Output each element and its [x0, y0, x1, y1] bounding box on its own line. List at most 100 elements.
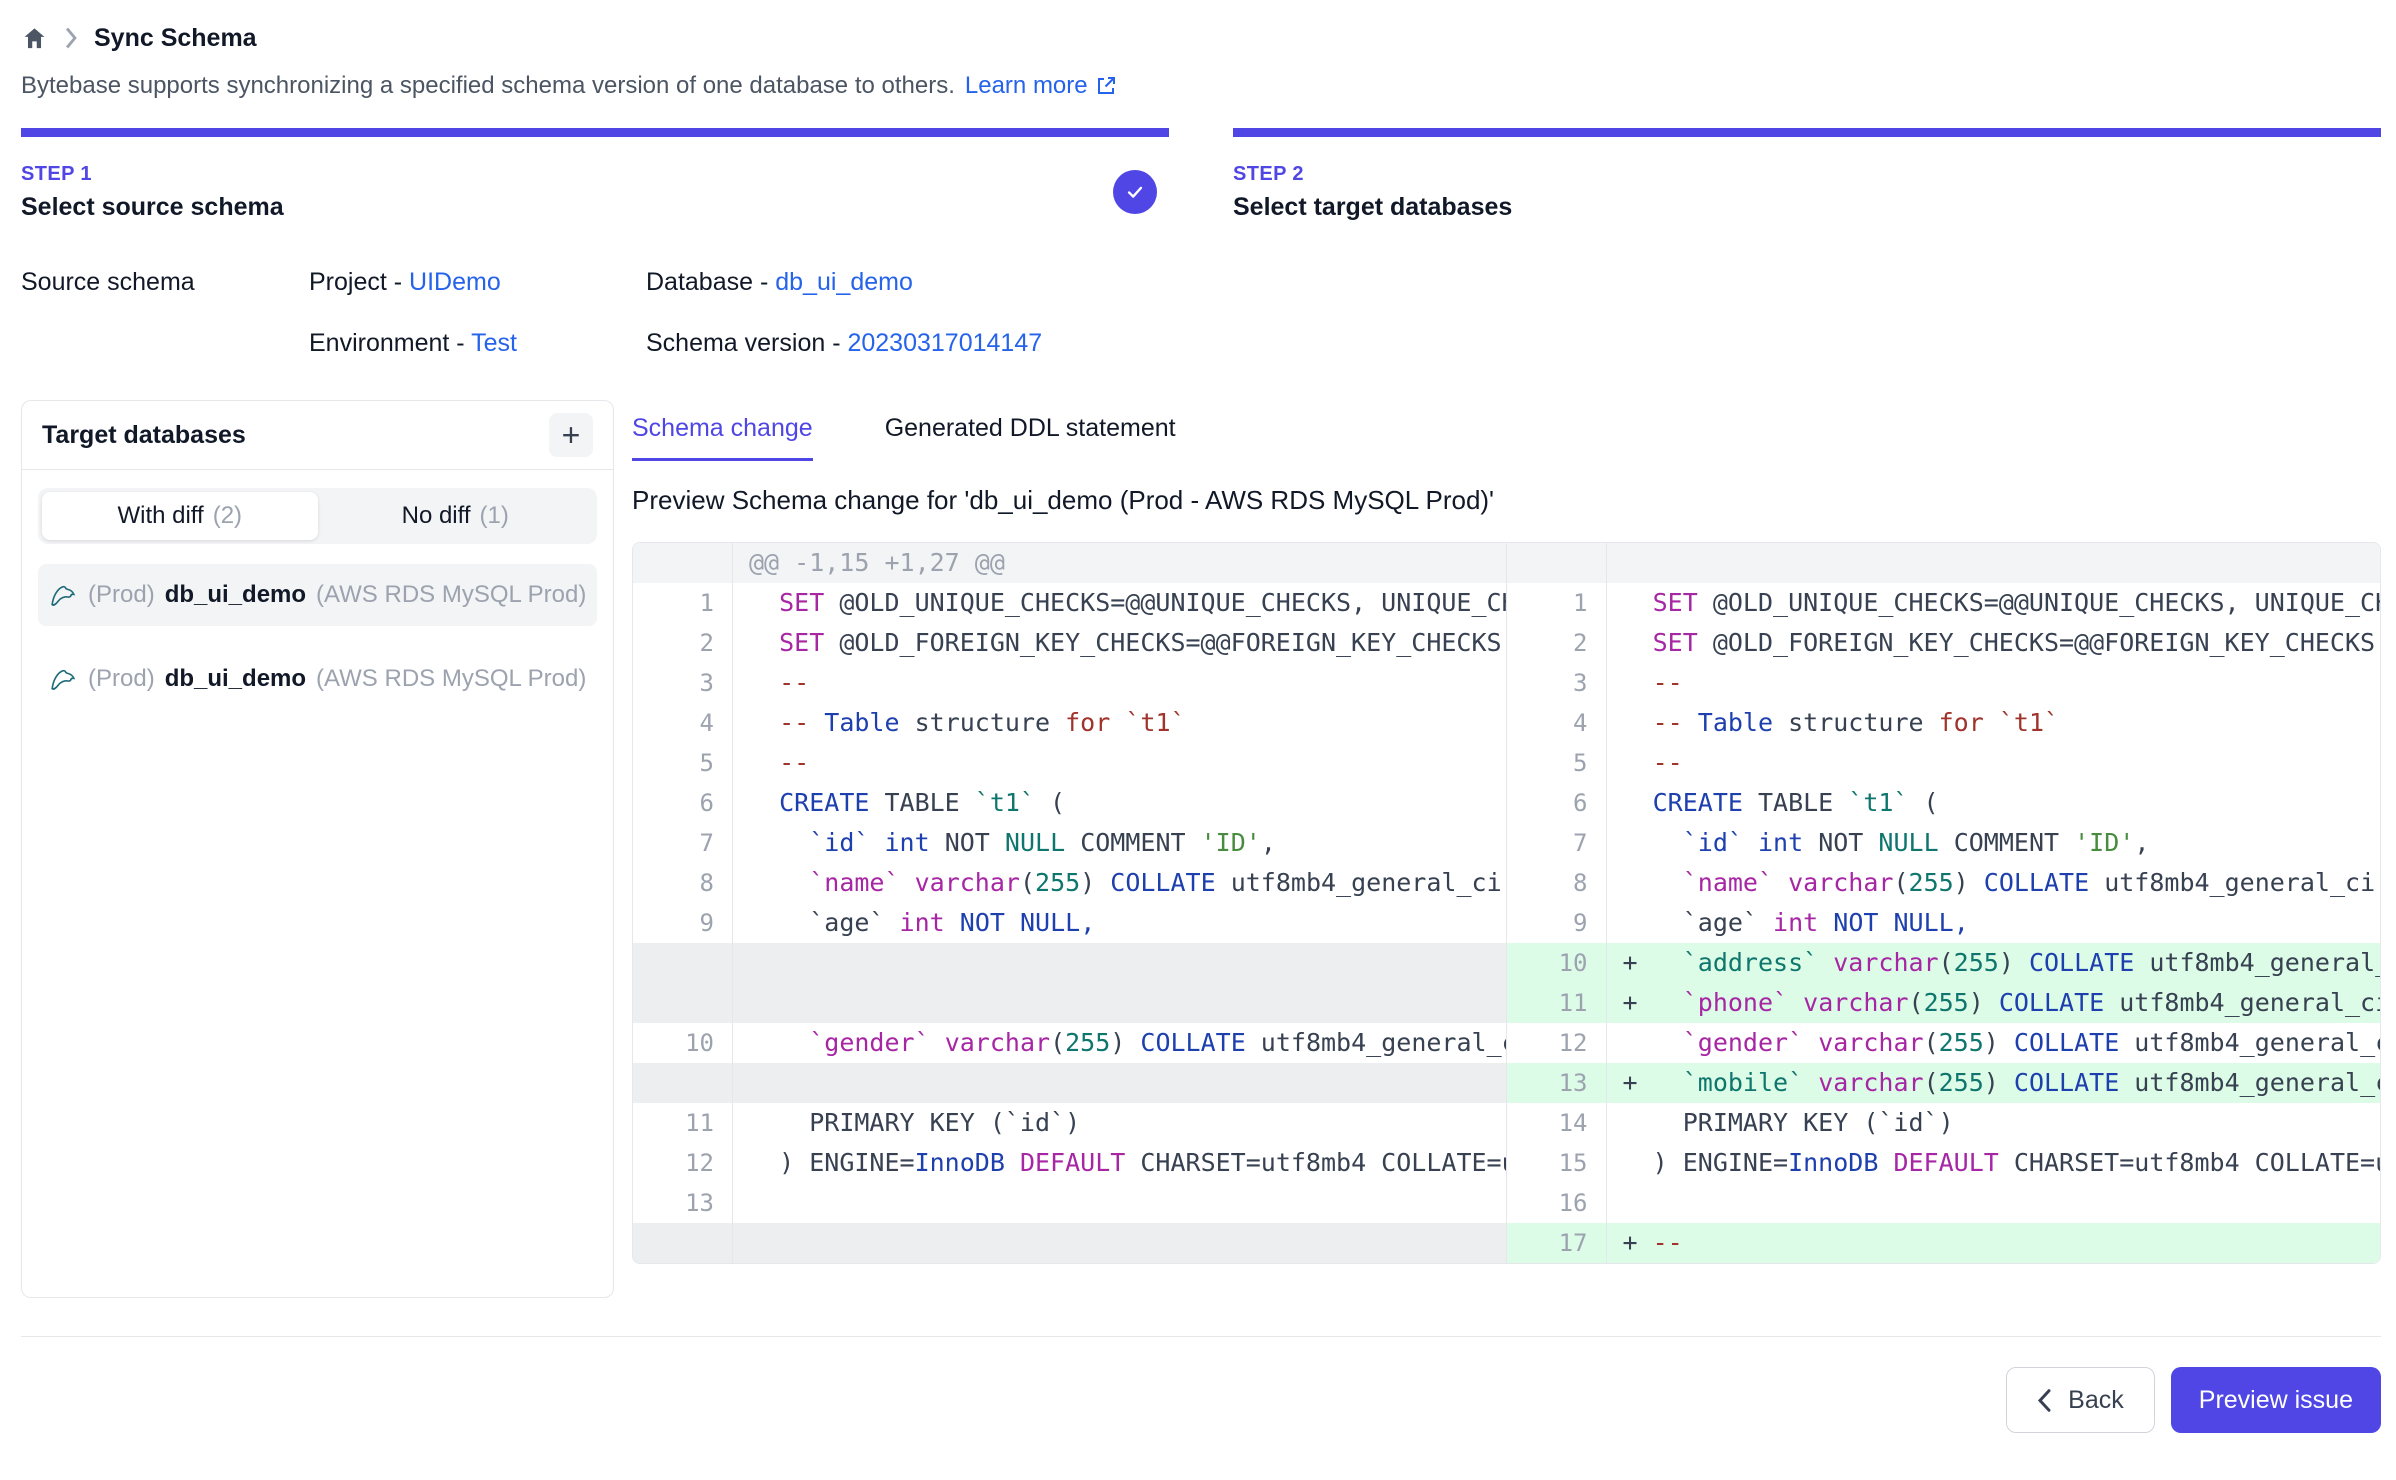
line-code: -- [733, 663, 1506, 703]
bottom-divider [21, 1336, 2381, 1337]
line-number: 10 [633, 1023, 733, 1063]
line-number [1507, 543, 1607, 583]
line-number: 10 [1507, 943, 1607, 983]
add-target-database-button[interactable]: + [549, 413, 593, 457]
line-number: 7 [1507, 823, 1607, 863]
filter-tab-label: With diff [117, 502, 203, 530]
source-field-project-link[interactable]: UIDemo [409, 268, 501, 296]
context-line-marker [1623, 668, 1653, 697]
line-code: SET @OLD_FOREIGN_KEY_CHECKS=@@FOREIGN_KE… [1607, 623, 2381, 663]
filter-tab-no-diff[interactable]: No diff(1) [318, 492, 594, 540]
diff-row: 10 `gender` varchar(255) COLLATE utf8mb4… [633, 1023, 1506, 1063]
context-line-marker [749, 908, 779, 937]
line-number: 11 [633, 1103, 733, 1143]
diff-row: 9 `age` int NOT NULL, [633, 903, 1506, 943]
line-number [633, 983, 733, 1023]
diff-row: 11+ `phone` varchar(255) COLLATE utf8mb4… [1507, 983, 2381, 1023]
diff-row: 9 `age` int NOT NULL, [1507, 903, 2381, 943]
context-line-marker [749, 1028, 779, 1057]
target-databases-title: Target databases [42, 421, 246, 450]
source-field-environment-link[interactable]: Test [471, 329, 517, 357]
source-field-name: Project - [309, 268, 409, 296]
db-instance: (AWS RDS MySQL Prod) [316, 665, 587, 693]
line-code: `name` varchar(255) COLLATE utf8mb4_gene… [733, 863, 1506, 903]
line-number: 3 [1507, 663, 1607, 703]
breadcrumb: Sync Schema [21, 18, 2381, 58]
diff-row: 6 CREATE TABLE `t1` ( [1507, 783, 2381, 823]
page-title: Sync Schema [94, 24, 257, 53]
footer-actions: Back Preview issue [21, 1367, 2381, 1433]
line-code: -- [1607, 743, 2381, 783]
diff-row: 16 [1507, 1183, 2381, 1223]
line-number: 8 [1507, 863, 1607, 903]
breadcrumb-chevron-icon [64, 27, 78, 49]
line-number: 1 [1507, 583, 1607, 623]
line-code [733, 1223, 1506, 1263]
line-number: 5 [633, 743, 733, 783]
line-code [733, 983, 1506, 1023]
step-indicator: STEP 1 Select source schema STEP 2 Selec… [21, 128, 2381, 222]
line-number: 9 [1507, 903, 1607, 943]
main-area: Target databases + With diff(2)No diff(1… [21, 400, 2381, 1298]
source-field-schema-version-link[interactable]: 20230317014147 [847, 329, 1042, 357]
line-code: -- [1607, 663, 2381, 703]
filter-tab-count: (1) [480, 502, 509, 530]
learn-more-link[interactable]: Learn more [965, 72, 1118, 100]
source-field-schema-version: Schema version - 20230317014147 [646, 329, 1042, 358]
diff-row [633, 943, 1506, 983]
target-database-item[interactable]: (Prod) db_ui_demo (AWS RDS MySQL Prod) [38, 648, 597, 710]
line-code: `id` int NOT NULL COMMENT 'ID', [733, 823, 1506, 863]
added-line-marker: + [1623, 1228, 1653, 1257]
diff-row: 13+ `mobile` varchar(255) COLLATE utf8mb… [1507, 1063, 2381, 1103]
home-icon[interactable] [21, 25, 48, 52]
source-field-database-link[interactable]: db_ui_demo [775, 268, 913, 296]
diff-row: 12 ) ENGINE=InnoDB DEFAULT CHARSET=utf8m… [633, 1143, 1506, 1183]
diff-row: 7 `id` int NOT NULL COMMENT 'ID', [1507, 823, 2381, 863]
target-database-list: (Prod)db_ui_demo(AWS RDS MySQL Prod)(Pro… [38, 564, 597, 710]
line-number: 12 [633, 1143, 733, 1183]
context-line-marker [749, 788, 779, 817]
tab-generated-ddl[interactable]: Generated DDL statement [885, 414, 1176, 461]
line-number: 8 [633, 863, 733, 903]
context-line-marker [749, 748, 779, 777]
diff-row: 17+ -- [1507, 1223, 2381, 1263]
line-number: 6 [633, 783, 733, 823]
diff-pane-left: @@ -1,15 +1,27 @@1 SET @OLD_UNIQUE_CHECK… [633, 543, 1507, 1263]
context-line-marker [749, 628, 779, 657]
sync-schema-page: Sync Schema Bytebase supports synchroniz… [0, 0, 2396, 1433]
line-code: ) ENGINE=InnoDB DEFAULT CHARSET=utf8mb4 … [1607, 1143, 2381, 1183]
filter-tab-with-diff[interactable]: With diff(2) [42, 492, 318, 540]
line-code: `gender` varchar(255) COLLATE utf8mb4_ge… [733, 1023, 1506, 1063]
context-line-marker [1623, 628, 1653, 657]
line-code: `id` int NOT NULL COMMENT 'ID', [1607, 823, 2381, 863]
diff-row [633, 1223, 1506, 1263]
line-number: 14 [1507, 1103, 1607, 1143]
context-line-marker [749, 668, 779, 697]
line-code: + `mobile` varchar(255) COLLATE utf8mb4_… [1607, 1063, 2381, 1103]
diff-row: 10+ `address` varchar(255) COLLATE utf8m… [1507, 943, 2381, 983]
mysql-dolphin-icon [48, 664, 78, 694]
line-number: 4 [1507, 703, 1607, 743]
line-code: `age` int NOT NULL, [1607, 903, 2381, 943]
diff-row: 4 -- Table structure for `t1` [1507, 703, 2381, 743]
line-code: `age` int NOT NULL, [733, 903, 1506, 943]
line-number: 9 [633, 903, 733, 943]
step-1: STEP 1 Select source schema [21, 128, 1169, 222]
db-name: db_ui_demo [165, 665, 306, 693]
preview-issue-button[interactable]: Preview issue [2171, 1367, 2381, 1433]
check-icon [1124, 181, 1146, 203]
preview-title: Preview Schema change for 'db_ui_demo (P… [632, 485, 2381, 516]
line-number [633, 943, 733, 983]
context-line-marker [749, 708, 779, 737]
line-code [1607, 1183, 2381, 1223]
tab-schema-change[interactable]: Schema change [632, 414, 813, 461]
source-schema-label: Source schema [21, 268, 309, 358]
diff-row [633, 1063, 1506, 1103]
back-button[interactable]: Back [2006, 1367, 2155, 1433]
line-code: + `phone` varchar(255) COLLATE utf8mb4_g… [1607, 983, 2381, 1023]
target-database-item[interactable]: (Prod)db_ui_demo(AWS RDS MySQL Prod) [38, 564, 597, 626]
db-environment: (Prod) [88, 665, 155, 693]
external-link-icon [1094, 74, 1118, 98]
schema-diff-viewer: @@ -1,15 +1,27 @@1 SET @OLD_UNIQUE_CHECK… [632, 542, 2381, 1264]
line-code: -- Table structure for `t1` [1607, 703, 2381, 743]
